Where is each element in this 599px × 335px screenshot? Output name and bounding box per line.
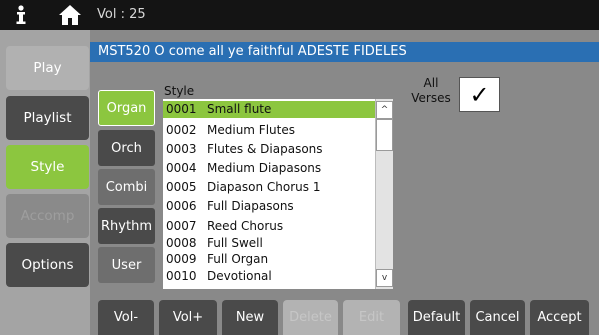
list-item[interactable]: 0005 Diapason Chorus 1	[163, 178, 375, 196]
list-item-number: 0010	[166, 269, 197, 283]
voice-organ-button[interactable]: Organ	[98, 90, 155, 126]
list-item[interactable]: 0003 Flutes & Diapasons	[163, 140, 375, 158]
check-icon: ✓	[469, 80, 490, 109]
list-item-number: 0005	[166, 180, 197, 194]
list-item-name: Reed Chorus	[207, 219, 284, 233]
style-list-scrollbar[interactable]: ^ v	[375, 99, 393, 289]
volume-indicator: Vol : 25	[97, 7, 146, 22]
list-item[interactable]: 0004 Medium Diapasons	[163, 159, 375, 177]
list-item-name: Full Swell	[207, 236, 263, 250]
delete-button[interactable]: Delete	[283, 300, 338, 335]
list-item-name: Medium Flutes	[207, 123, 295, 137]
list-item[interactable]: 0009 Full Organ	[163, 252, 375, 267]
list-item-number: 0009	[166, 252, 197, 266]
list-item-number: 0004	[166, 161, 197, 175]
style-list-label: Style	[164, 84, 195, 98]
sidebar-item-play[interactable]: Play	[6, 46, 89, 90]
list-item[interactable]: 0010 Devotional	[163, 268, 375, 284]
list-item-name: Medium Diapasons	[207, 161, 322, 175]
all-verses-checkbox[interactable]: ✓	[459, 77, 500, 112]
home-icon[interactable]	[56, 0, 84, 30]
list-item[interactable]: 0002 Medium Flutes	[163, 121, 375, 139]
list-item[interactable]: 0001 Small flute	[163, 101, 375, 118]
list-item-name: Diapason Chorus 1	[207, 180, 321, 194]
cancel-button[interactable]: Cancel	[470, 300, 525, 335]
info-icon[interactable]	[10, 0, 32, 30]
sidebar-item-style[interactable]: Style	[6, 145, 89, 189]
chevron-down-icon: v	[381, 273, 388, 283]
voice-rhythm-button[interactable]: Rhythm	[98, 208, 155, 244]
chevron-up-icon: ^	[380, 105, 389, 115]
sidebar-item-options[interactable]: Options	[6, 243, 89, 287]
song-title-bar: MST520 O come all ye faithful ADESTE FID…	[90, 42, 599, 62]
list-item[interactable]: 0006 Full Diapasons	[163, 197, 375, 215]
list-item-name: Full Organ	[207, 252, 269, 266]
scroll-down-button[interactable]: v	[376, 269, 393, 287]
accept-button[interactable]: Accept	[530, 300, 589, 335]
scroll-up-button[interactable]: ^	[376, 101, 393, 119]
all-verses-label-line2: Verses	[411, 91, 451, 105]
all-verses-label-line1: All	[423, 76, 439, 90]
list-item[interactable]: 0007 Reed Chorus	[163, 217, 375, 235]
all-verses-label: All Verses	[410, 76, 452, 106]
vol-up-button[interactable]: Vol+	[159, 300, 217, 335]
voice-orch-button[interactable]: Orch	[98, 130, 155, 166]
voice-user-button[interactable]: User	[98, 247, 155, 283]
list-item-number: 0007	[166, 219, 197, 233]
scroll-thumb[interactable]	[376, 119, 393, 151]
list-item-name: Devotional	[207, 269, 272, 283]
sidebar-item-playlist[interactable]: Playlist	[6, 96, 89, 140]
list-item-number: 0006	[166, 199, 197, 213]
list-item-number: 0001	[166, 102, 197, 116]
sidebar-item-accomp[interactable]: Accomp	[6, 194, 89, 238]
list-item-name: Full Diapasons	[207, 199, 294, 213]
list-item-number: 0003	[166, 142, 197, 156]
voice-combi-button[interactable]: Combi	[98, 169, 155, 205]
top-bar: Vol : 25	[0, 0, 599, 30]
list-item-number: 0002	[166, 123, 197, 137]
list-item[interactable]: 0008 Full Swell	[163, 236, 375, 251]
list-item-name: Flutes & Diapasons	[207, 142, 323, 156]
vol-down-button[interactable]: Vol-	[98, 300, 154, 335]
list-item-name: Small flute	[207, 102, 272, 116]
style-list[interactable]: 0001 Small flute 0002 Medium Flutes 0003 Flut…	[163, 99, 375, 289]
new-button[interactable]: New	[222, 300, 278, 335]
edit-button[interactable]: Edit	[343, 300, 400, 335]
list-item-number: 0008	[166, 236, 197, 250]
default-button[interactable]: Default	[408, 300, 465, 335]
